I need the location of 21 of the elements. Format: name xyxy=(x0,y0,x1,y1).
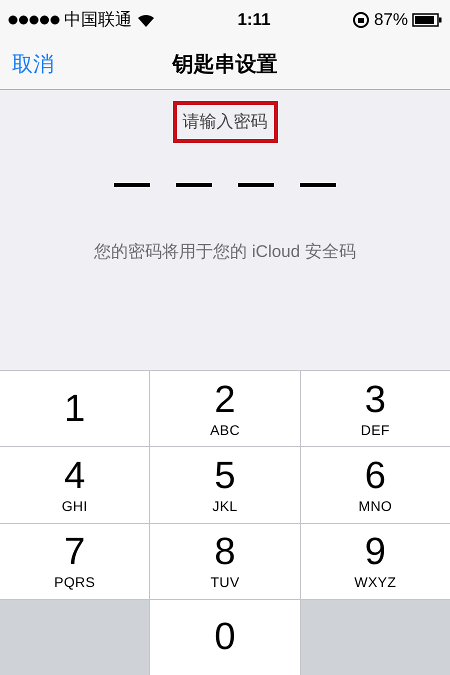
keypad-key[interactable]: 6 MNO xyxy=(300,447,450,522)
hint-text: 您的密码将用于您的 iCloud 安全码 xyxy=(94,240,356,262)
nav-title: 钥匙串设置 xyxy=(172,52,278,78)
password-prompt: 请输入密码 xyxy=(172,101,278,142)
keypad-key[interactable]: 2 ABC xyxy=(150,371,300,446)
cancel-button[interactable]: 取消 xyxy=(12,48,54,80)
keypad-key[interactable]: 8 TUV xyxy=(150,524,300,599)
keypad-key[interactable]: 5 JKL xyxy=(150,447,300,522)
wifi-icon xyxy=(136,12,156,28)
clock: 1:11 xyxy=(237,9,271,32)
keypad-key[interactable]: 1 xyxy=(0,371,150,446)
battery-icon xyxy=(412,13,442,27)
keypad-key[interactable]: 9 WXYZ xyxy=(300,524,450,599)
signal-icon xyxy=(8,15,60,25)
battery-percent: 87% xyxy=(374,9,408,32)
keypad-key[interactable]: 7 PQRS xyxy=(0,524,150,599)
carrier-name: 中国联通 xyxy=(64,9,132,32)
keypad-key[interactable]: 0 xyxy=(150,600,300,675)
keypad-key[interactable]: 4 GHI xyxy=(0,447,150,522)
rotation-lock-icon xyxy=(352,11,370,29)
keypad-key[interactable]: 3 DEF xyxy=(300,371,450,446)
